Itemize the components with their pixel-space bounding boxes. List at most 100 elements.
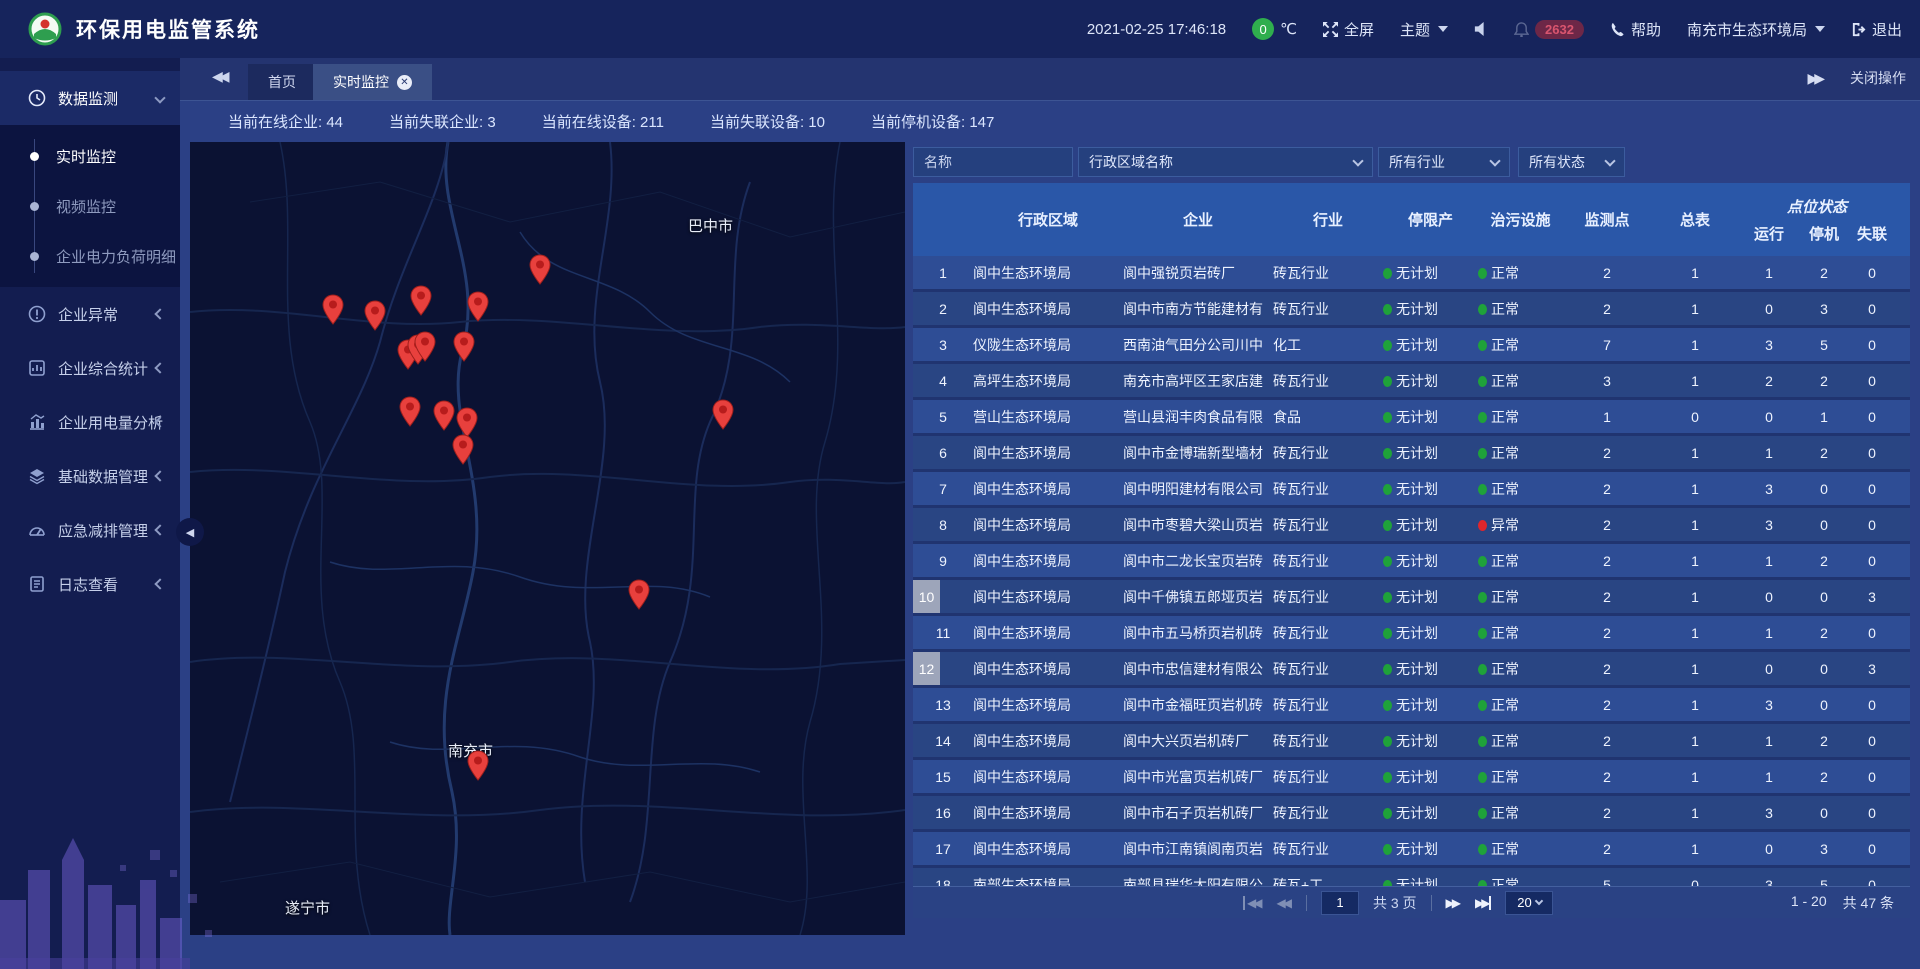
status-filter-select[interactable]: 所有状态 xyxy=(1518,147,1625,177)
monitor-table-panel: 行政区域名称 所有行业 所有状态 行政区域企业行业停限产治污设施监测点总表点位状… xyxy=(913,142,1910,918)
table-row[interactable]: 6阆中生态环境局阆中市金博瑞新型墙材砖瓦行业无计划正常21120 xyxy=(913,436,1910,472)
cell-company: 阆中市江南镇阆南页岩 xyxy=(1123,839,1273,859)
status-dot-icon xyxy=(1383,484,1392,495)
chevron-down-icon xyxy=(1489,155,1500,166)
chevron-down-icon xyxy=(154,92,165,103)
sidebar-item-realtime-monitor[interactable]: 实时监控 xyxy=(0,131,180,181)
next-page-icon[interactable]: ▶▶ xyxy=(1446,896,1461,910)
cell-offline: 0 xyxy=(1849,517,1895,533)
fullscreen-button[interactable]: 全屏 xyxy=(1323,19,1374,40)
sidebar-item-power-load-detail[interactable]: 企业电力负荷明细 xyxy=(0,231,180,281)
page-number-input[interactable] xyxy=(1321,891,1359,915)
close-operations-button[interactable]: 关闭操作 xyxy=(1850,68,1906,88)
table-row[interactable]: 11阆中生态环境局阆中市五马桥页岩机砖砖瓦行业无计划正常21120 xyxy=(913,616,1910,652)
column-header-index xyxy=(913,183,973,256)
industry-filter-select[interactable]: 所有行业 xyxy=(1378,147,1510,177)
table-row[interactable]: 12阆中生态环境局阆中市忠信建材有限公砖瓦行业无计划正常21003 xyxy=(913,652,1910,688)
tab-home[interactable]: 首页 xyxy=(248,64,316,100)
notification-area[interactable]: 2632 xyxy=(1514,20,1584,39)
map-canvas[interactable]: 巴中市南充市遂宁市 xyxy=(190,142,905,935)
table-row[interactable]: 16阆中生态环境局阆中市石子页岩机砖厂砖瓦行业无计划正常21300 xyxy=(913,796,1910,832)
last-page-icon[interactable]: ▶▶ xyxy=(1475,896,1491,910)
cell-running: 0 xyxy=(1739,301,1799,317)
cell-limit-status: 无计划 xyxy=(1383,839,1478,859)
map-marker-pin-icon[interactable] xyxy=(711,399,735,431)
cell-company: 阆中市金福旺页岩机砖 xyxy=(1123,695,1273,715)
sidebar-item-log-view[interactable]: 日志查看 xyxy=(0,557,180,611)
sidebar-item-data-monitor[interactable]: 数据监测 xyxy=(0,71,180,125)
bar-chart-icon xyxy=(28,413,46,431)
map-marker-pin-icon[interactable] xyxy=(451,434,475,466)
table-row[interactable]: 18南部生态环境局南部县瑞华太阳有限公砖瓦+工无计划正常50350 xyxy=(913,868,1910,886)
table-row[interactable]: 7阆中生态环境局阆中明阳建材有限公司砖瓦行业无计划正常21300 xyxy=(913,472,1910,508)
map-marker-pin-icon[interactable] xyxy=(398,396,422,428)
sidebar-item-video-monitor[interactable]: 视频监控 xyxy=(0,181,180,231)
table-row[interactable]: 17阆中生态环境局阆中市江南镇阆南页岩砖瓦行业无计划正常21030 xyxy=(913,832,1910,868)
logout-button[interactable]: 退出 xyxy=(1851,19,1902,40)
table-row[interactable]: 13阆中生态环境局阆中市金福旺页岩机砖砖瓦行业无计划正常21300 xyxy=(913,688,1910,724)
table-row[interactable]: 5营山生态环境局营山县润丰肉食品有限食品无计划正常10010 xyxy=(913,400,1910,436)
status-dot-icon xyxy=(1383,592,1392,603)
sidebar-item-enterprise-statistics[interactable]: 企业综合统计 xyxy=(0,341,180,395)
map-marker-pin-icon[interactable] xyxy=(452,331,476,363)
table-row[interactable]: 2阆中生态环境局阆中市南方节能建材有砖瓦行业无计划正常21030 xyxy=(913,292,1910,328)
table-row[interactable]: 4高坪生态环境局南充市高坪区王家店建砖瓦行业无计划正常31220 xyxy=(913,364,1910,400)
table-row[interactable]: 9阆中生态环境局阆中市二龙长宝页岩砖砖瓦行业无计划正常21120 xyxy=(913,544,1910,580)
cell-stopped: 2 xyxy=(1799,769,1849,785)
table-row[interactable]: 3仪陇生态环境局西南油气田分公司川中化工无计划正常71350 xyxy=(913,328,1910,364)
prev-page-icon[interactable]: ◀◀ xyxy=(1276,896,1291,910)
map-marker-pin-icon[interactable] xyxy=(466,291,490,323)
map-marker-pin-icon[interactable] xyxy=(363,300,387,332)
tabs-scroll-right-icon[interactable]: ▶▶ xyxy=(1807,70,1824,87)
sidebar-item-enterprise-abnormal[interactable]: 企业异常 xyxy=(0,287,180,341)
name-filter-input[interactable] xyxy=(924,154,1062,170)
filter-row: 行政区域名称 所有行业 所有状态 xyxy=(913,147,1910,177)
cell-total-meters: 1 xyxy=(1651,589,1739,605)
table-row[interactable]: 14阆中生态环境局阆中大兴页岩机砖厂砖瓦行业无计划正常21120 xyxy=(913,724,1910,760)
sidebar-item-power-analysis[interactable]: 企业用电量分析 xyxy=(0,395,180,449)
chevron-left-icon xyxy=(154,362,165,373)
cell-running: 0 xyxy=(1739,661,1799,677)
map-collapse-button[interactable]: ◀ xyxy=(176,518,204,546)
map-marker-pin-icon[interactable] xyxy=(409,285,433,317)
status-dot-icon xyxy=(1478,304,1487,315)
name-filter[interactable] xyxy=(913,147,1073,177)
table-row[interactable]: 8阆中生态环境局阆中市枣碧大梁山页岩砖瓦行业无计划异常21300 xyxy=(913,508,1910,544)
cell-company: 南充市高坪区王家店建 xyxy=(1123,371,1273,391)
cell-monitor-points: 2 xyxy=(1563,841,1651,857)
close-icon[interactable]: ✕ xyxy=(397,75,412,90)
map-marker-pin-icon[interactable] xyxy=(466,750,490,782)
status-dot-icon xyxy=(1383,340,1392,351)
map-marker-pin-icon[interactable] xyxy=(528,254,552,286)
table-row[interactable]: 1阆中生态环境局阆中强锐页岩砖厂砖瓦行业无计划正常21120 xyxy=(913,256,1910,292)
tabs-scroll-left-icon[interactable]: ◀◀ xyxy=(212,68,226,85)
region-filter-select[interactable]: 行政区域名称 xyxy=(1078,147,1373,177)
speaker-icon[interactable] xyxy=(1474,22,1488,36)
table-row[interactable]: 15阆中生态环境局阆中市光富页岩机砖厂砖瓦行业无计划正常21120 xyxy=(913,760,1910,796)
page-size-select[interactable]: 20 xyxy=(1505,891,1553,915)
first-page-icon[interactable]: ◀◀ xyxy=(1243,896,1262,910)
map-marker-pin-icon[interactable] xyxy=(432,400,456,432)
cell-company: 阆中市忠信建材有限公 xyxy=(1123,659,1273,679)
map-marker-pin-icon[interactable] xyxy=(321,294,345,326)
phone-icon xyxy=(1610,22,1625,37)
org-dropdown[interactable]: 南充市生态环境局 xyxy=(1687,19,1825,40)
bullet-dot-icon xyxy=(30,252,39,261)
cell-monitor-points: 2 xyxy=(1563,301,1651,317)
datetime: 2021-02-25 17:46:18 xyxy=(1087,21,1226,38)
table-row[interactable]: 10阆中生态环境局阆中千佛镇五郎垭页岩砖瓦行业无计划正常21003 xyxy=(913,580,1910,616)
help-button[interactable]: 帮助 xyxy=(1610,19,1661,40)
cell-limit-status: 无计划 xyxy=(1383,263,1478,283)
sidebar-item-emergency-reduction[interactable]: 应急减排管理 xyxy=(0,503,180,557)
sidebar-item-base-data[interactable]: 基础数据管理 xyxy=(0,449,180,503)
cell-total-meters: 1 xyxy=(1651,265,1739,281)
cell-stopped: 5 xyxy=(1799,877,1849,887)
cell-total-meters: 1 xyxy=(1651,445,1739,461)
theme-dropdown[interactable]: 主题 xyxy=(1400,19,1448,40)
cell-facility-status: 正常 xyxy=(1478,335,1563,355)
row-index-flagged: 12 xyxy=(913,652,940,685)
map-marker-pin-icon[interactable] xyxy=(413,331,437,363)
tab-realtime-monitor[interactable]: 实时监控 ✕ xyxy=(313,64,432,100)
cell-offline: 0 xyxy=(1849,409,1895,425)
map-marker-pin-icon[interactable] xyxy=(627,579,651,611)
